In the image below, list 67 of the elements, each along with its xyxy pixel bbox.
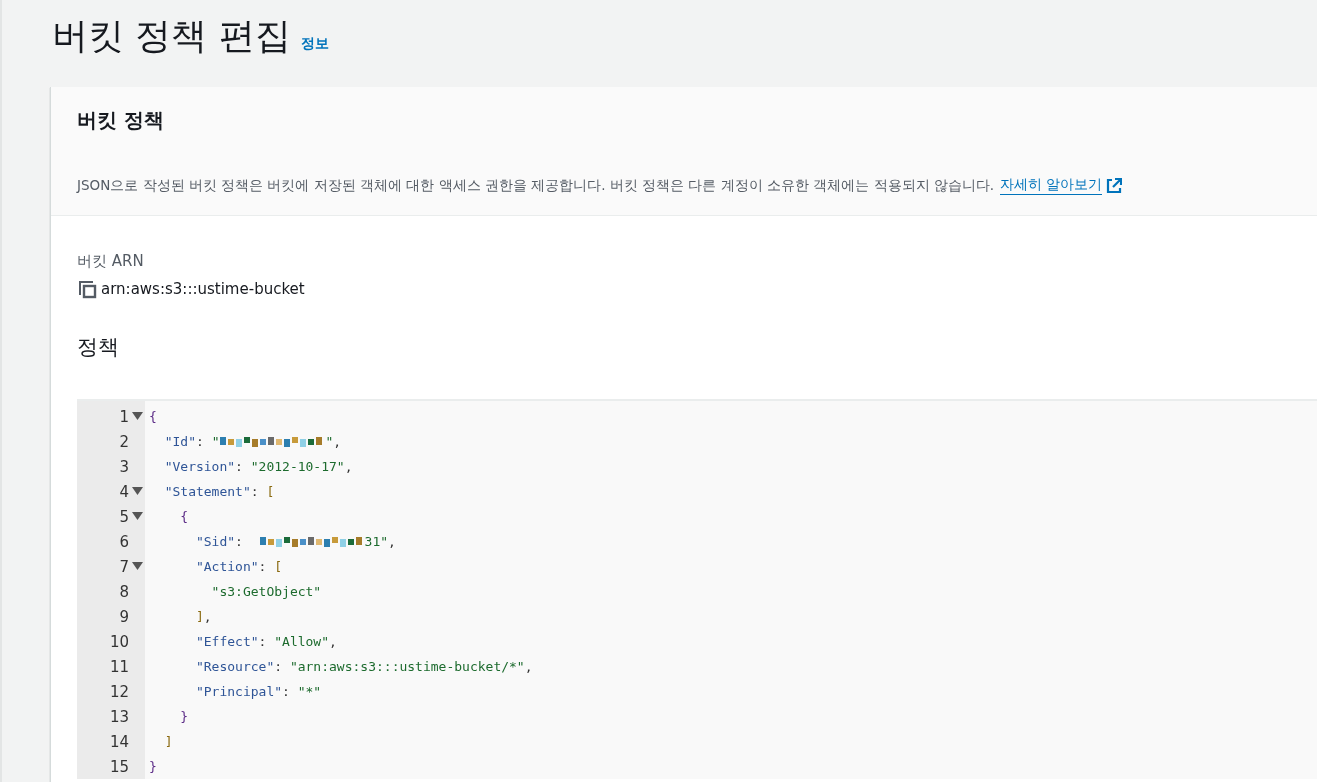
code-token: "Principal"	[194, 684, 283, 699]
code-token: }	[179, 709, 189, 724]
policy-heading: 정책	[77, 334, 120, 361]
line-number: 2	[119, 432, 129, 451]
line-number: 13	[109, 707, 129, 726]
code-token: "Sid"	[194, 534, 236, 549]
code-token: "Effect"	[194, 634, 259, 649]
fold-toggle-icon[interactable]	[132, 487, 143, 496]
code-token: ,	[329, 634, 337, 649]
line-number: 11	[109, 657, 129, 676]
code-token: ,	[344, 459, 353, 474]
panel-description: JSON으로 작성된 버킷 정책은 버킷에 저장된 객체에 대한 액세스 권한을 제공합니다. 버킷 정책은 다른 계정이 소유한 객체에는 적용되지 않습니다.	[77, 176, 995, 195]
arn-value: arn:aws:s3:::ustime-bucket	[101, 280, 305, 298]
line-number: 7	[119, 557, 129, 576]
info-link[interactable]: 정보	[300, 35, 329, 53]
line-number: 10	[109, 632, 129, 651]
code-token: :	[235, 534, 244, 549]
code-token: "2012-10-17"	[250, 459, 345, 474]
code-token: {	[149, 409, 157, 424]
code-token: ,	[333, 434, 342, 449]
code-token: ]	[163, 734, 173, 749]
code-token: [	[266, 484, 275, 499]
code-token: "Resource"	[194, 659, 275, 674]
code-token: :	[235, 459, 244, 474]
arn-label: 버킷 ARN	[77, 252, 145, 271]
code-token: "Version"	[163, 459, 236, 474]
external-link-icon	[1106, 177, 1123, 194]
code-token: ]	[194, 609, 204, 624]
code-token: "	[211, 434, 220, 449]
page-title: 버킷 정책 편집	[52, 14, 291, 58]
line-number: 12	[109, 682, 129, 701]
fold-toggle-icon[interactable]	[132, 562, 143, 571]
code-token: :	[282, 684, 291, 699]
code-token: "arn:aws:s3:::ustime-bucket/*"	[289, 659, 525, 674]
code-token: :	[258, 559, 268, 574]
code-token: "Allow"	[274, 634, 330, 649]
line-number: 4	[119, 482, 129, 501]
line-number: 14	[109, 732, 129, 751]
code-token: ,	[524, 659, 533, 674]
learn-more-link[interactable]: 자세히 알아보기	[1000, 176, 1103, 195]
line-number: 3	[119, 457, 129, 476]
code-token: ,	[203, 609, 212, 624]
code-token: :	[258, 634, 268, 649]
code-token: :	[250, 484, 260, 499]
code-token: :	[195, 434, 205, 449]
line-number: 9	[119, 607, 129, 626]
code-token: :	[274, 659, 284, 674]
line-number: 5	[119, 507, 129, 526]
line-number: 8	[119, 582, 129, 601]
fold-toggle-icon[interactable]	[132, 412, 143, 421]
line-number: 6	[119, 532, 129, 551]
code-token: "Statement"	[163, 484, 251, 499]
code-token: ,	[388, 534, 396, 549]
code-token: {	[179, 509, 189, 524]
code-token: 31"	[364, 534, 389, 549]
copy-icon[interactable]	[77, 279, 97, 299]
code-token: "s3:GetObject"	[210, 584, 322, 599]
code-token: "Action"	[194, 559, 259, 574]
code-token: [	[274, 559, 283, 574]
line-number: 15	[109, 757, 129, 776]
code-token: }	[149, 759, 157, 774]
code-token: "Id"	[163, 434, 196, 449]
line-number: 1	[119, 407, 129, 426]
panel-title: 버킷 정책	[77, 107, 165, 134]
code-token: "*"	[297, 684, 322, 699]
fold-toggle-icon[interactable]	[132, 512, 143, 521]
code-token: "	[325, 434, 334, 449]
